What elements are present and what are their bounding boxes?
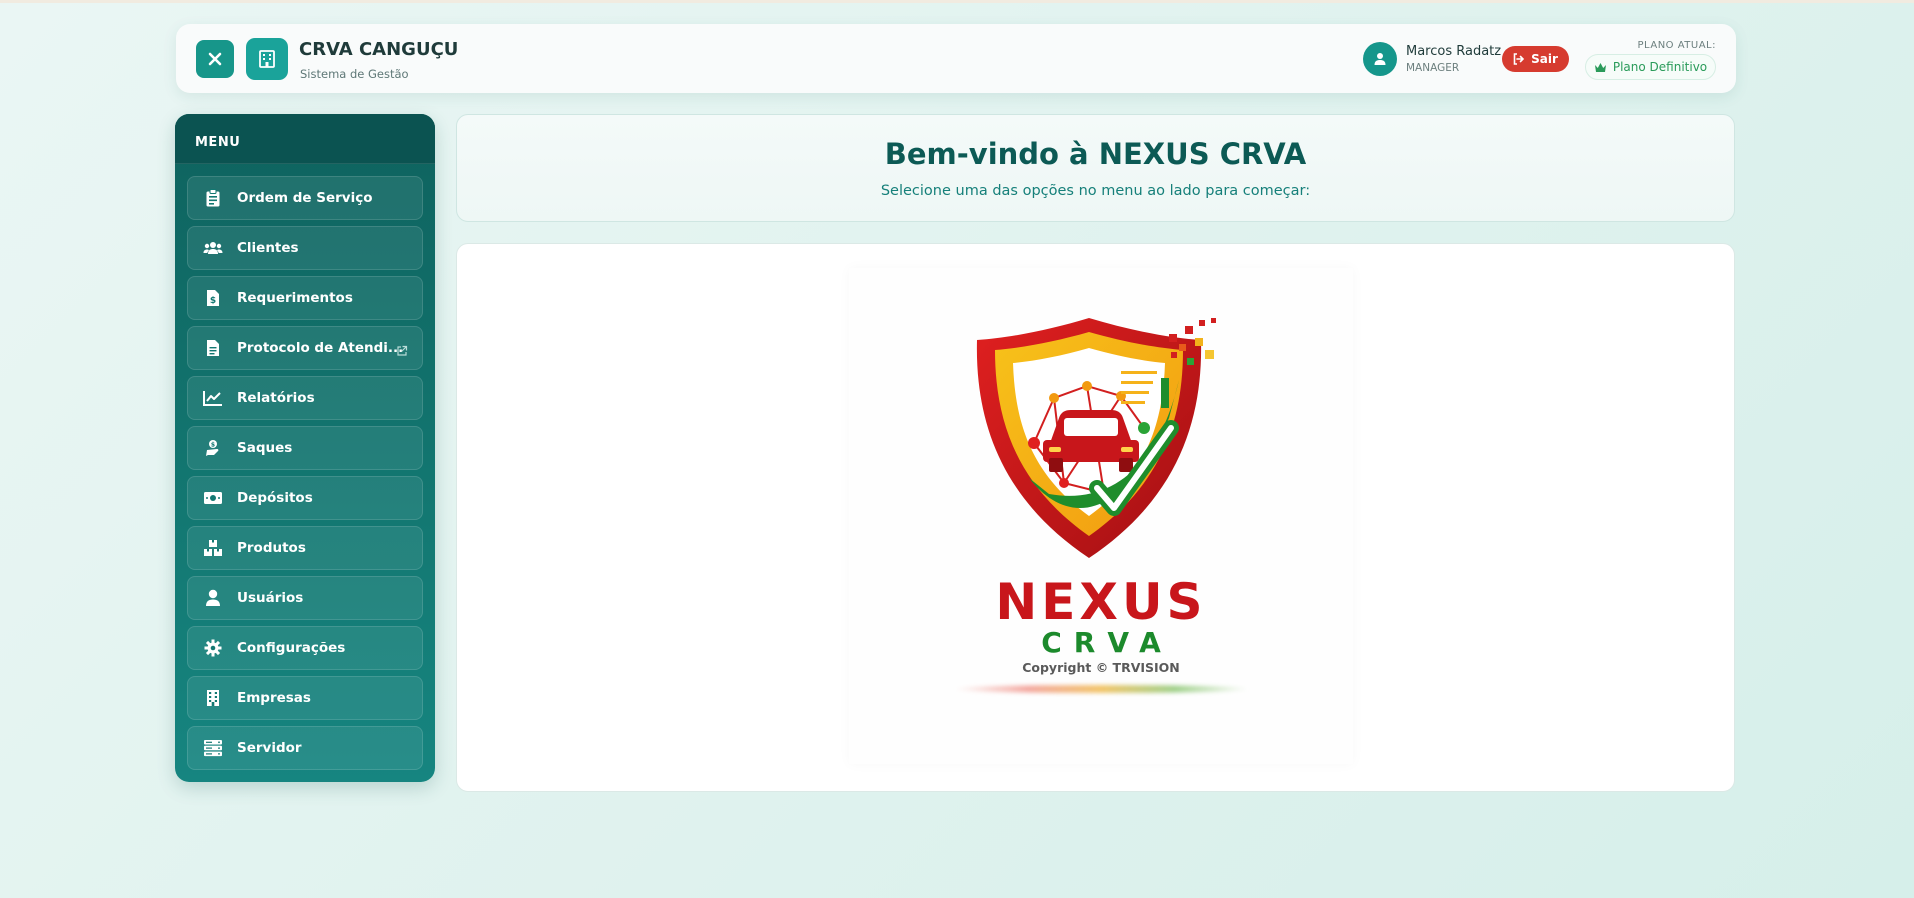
sidebar-item-usuarios[interactable]: Usuários <box>187 576 423 620</box>
close-sidebar-button[interactable] <box>196 40 234 78</box>
user-icon <box>202 587 224 609</box>
sidebar-item-label: Requerimentos <box>237 290 353 306</box>
logo-underline <box>954 685 1249 693</box>
sidebar-item-ordem-de-servico[interactable]: Ordem de Serviço <box>187 176 423 220</box>
sidebar-item-label: Servidor <box>237 740 302 756</box>
sidebar-item-label: Configurações <box>237 640 346 656</box>
file-invoice-dollar-icon: $ <box>202 287 224 309</box>
sidebar-item-label: Protocolo de Atendi... <box>237 340 404 356</box>
user-role: MANAGER <box>1406 62 1460 74</box>
sidebar-item-label: Clientes <box>237 240 299 256</box>
sidebar-item-label: Depósitos <box>237 490 313 506</box>
sidebar-item-label: Usuários <box>237 590 304 606</box>
user-name: Marcos Radatz <box>1406 44 1502 59</box>
sidebar-item-produtos[interactable]: Produtos <box>187 526 423 570</box>
svg-text:$: $ <box>210 296 216 306</box>
sidebar-item-servidor[interactable]: Servidor <box>187 726 423 770</box>
external-link-icon <box>396 342 408 356</box>
brand-subname: CRVA <box>1041 626 1173 659</box>
page-subtitle: Selecione uma das opções no menu ao lado… <box>880 183 1311 199</box>
sidebar-item-protocolo[interactable]: Protocolo de Atendi... <box>187 326 423 370</box>
crown-icon <box>1594 62 1606 72</box>
server-icon <box>202 737 224 759</box>
plan-name: Plano Definitivo <box>1612 60 1708 74</box>
file-text-icon <box>202 337 224 359</box>
boxes-icon <box>202 537 224 559</box>
logout-label: Sair <box>1531 52 1558 66</box>
organization-name: CRVA CANGUÇU <box>299 39 459 60</box>
logout-button[interactable]: Sair <box>1502 46 1569 72</box>
sidebar-item-saques[interactable]: $ Saques <box>187 426 423 470</box>
avatar[interactable] <box>1363 42 1397 76</box>
plan-badge[interactable]: Plano Definitivo <box>1585 54 1716 80</box>
close-icon <box>208 52 222 66</box>
clipboard-list-icon <box>202 187 224 209</box>
organization-subtitle: Sistema de Gestão <box>300 67 409 81</box>
sidebar-item-empresas[interactable]: Empresas <box>187 676 423 720</box>
sidebar: MENU Ordem de Serviço Clientes $ Requeri… <box>175 114 435 782</box>
sidebar-item-label: Empresas <box>237 690 311 706</box>
shield-car-emblem-icon <box>976 318 1216 558</box>
sidebar-item-requerimentos[interactable]: $ Requerimentos <box>187 276 423 320</box>
hand-coins-icon: $ <box>202 437 224 459</box>
brand-logo: NEXUS CRVA Copyright © TRVISION <box>849 268 1353 764</box>
sidebar-header: MENU <box>175 114 435 164</box>
top-accent-line <box>0 0 1914 3</box>
welcome-card: Bem-vindo à NEXUS CRVA Selecione uma das… <box>456 114 1735 222</box>
building-icon <box>202 687 224 709</box>
sidebar-item-label: Ordem de Serviço <box>237 190 373 206</box>
plan-label: PLANO ATUAL: <box>1637 40 1716 51</box>
user-icon <box>1374 53 1386 65</box>
sidebar-item-label: Relatórios <box>237 390 315 406</box>
sidebar-item-depositos[interactable]: Depósitos <box>187 476 423 520</box>
company-logo <box>246 38 288 80</box>
copyright-text: Copyright © TRVISION <box>1022 660 1180 675</box>
gear-icon <box>202 637 224 659</box>
line-chart-icon <box>202 387 224 409</box>
top-header: CRVA CANGUÇU Sistema de Gestão Marcos Ra… <box>176 24 1736 93</box>
sidebar-item-label: Produtos <box>237 540 306 556</box>
sidebar-item-relatorios[interactable]: Relatórios <box>187 376 423 420</box>
sign-out-icon <box>1513 53 1525 65</box>
building-icon <box>259 50 275 68</box>
sidebar-item-label: Saques <box>237 440 293 456</box>
sidebar-item-configuracoes[interactable]: Configurações <box>187 626 423 670</box>
logo-card: NEXUS CRVA Copyright © TRVISION <box>456 243 1735 792</box>
money-bill-icon <box>202 487 224 509</box>
svg-text:$: $ <box>211 442 215 449</box>
users-icon <box>202 237 224 259</box>
page-title: Bem-vindo à NEXUS CRVA <box>884 137 1307 171</box>
sidebar-menu: Ordem de Serviço Clientes $ Requerimento… <box>187 176 423 776</box>
sidebar-item-clientes[interactable]: Clientes <box>187 226 423 270</box>
sidebar-title: MENU <box>195 135 241 150</box>
brand-name: NEXUS <box>995 573 1207 631</box>
